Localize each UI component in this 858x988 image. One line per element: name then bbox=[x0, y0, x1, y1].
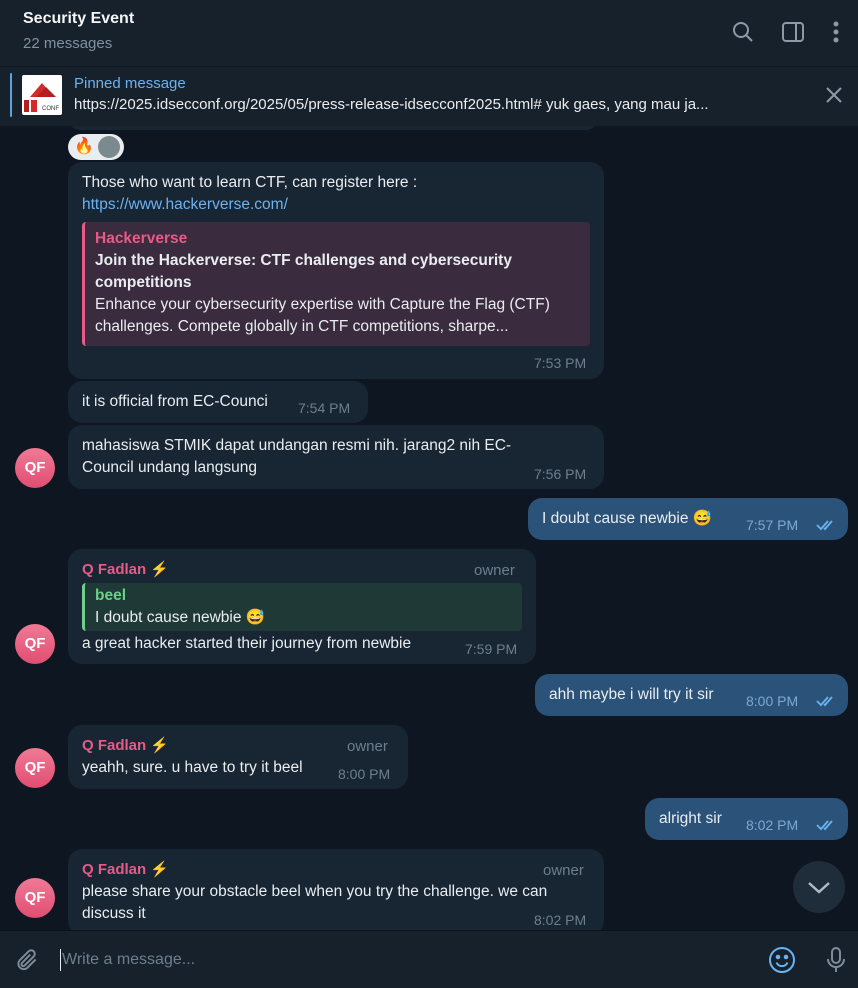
message-time: 8:02 PM bbox=[534, 912, 587, 928]
message-bubble[interactable]: Q Fadlan ⚡ owner beel I doubt cause newb… bbox=[68, 549, 536, 664]
previous-message-tail bbox=[68, 126, 598, 130]
chevron-down-icon bbox=[808, 882, 830, 894]
message-count: 22 messages bbox=[23, 35, 113, 52]
pinned-thumbnail: CONF bbox=[22, 75, 62, 115]
sender-role: owner bbox=[347, 738, 388, 755]
pinned-title: Pinned message bbox=[74, 75, 186, 92]
message-bubble[interactable]: alright sir 8:02 PM bbox=[645, 798, 848, 840]
avatar[interactable]: QF bbox=[15, 624, 55, 664]
close-pinned-icon[interactable] bbox=[824, 85, 844, 105]
more-options-icon[interactable] bbox=[826, 20, 846, 44]
message-text: yeahh, sure. u have to try it beel bbox=[82, 759, 303, 776]
message-reactions[interactable]: 🔥 bbox=[68, 134, 124, 160]
message-bubble[interactable]: Q Fadlan ⚡ owner please share your obsta… bbox=[68, 849, 604, 930]
read-receipt-icon bbox=[816, 693, 838, 707]
message-text: please share your obstacle beel when you… bbox=[82, 883, 548, 922]
scroll-to-bottom-button[interactable] bbox=[793, 861, 845, 913]
pinned-text: https://2025.idsecconf.org/2025/05/press… bbox=[74, 96, 709, 113]
read-receipt-icon bbox=[816, 817, 838, 831]
text-caret bbox=[60, 949, 61, 971]
pinned-message-bar[interactable]: CONF Pinned message https://2025.idsecco… bbox=[0, 66, 858, 126]
message-time: 7:56 PM bbox=[534, 466, 587, 482]
message-bubble[interactable]: it is official from EC-Counci 7:54 PM bbox=[68, 381, 368, 423]
message-text: alright sir bbox=[659, 810, 722, 827]
message-bubble[interactable]: Q Fadlan ⚡ owner yeahh, sure. u have to … bbox=[68, 725, 408, 789]
read-receipt-icon bbox=[816, 517, 838, 531]
chat-title[interactable]: Security Event bbox=[23, 10, 134, 28]
message-text: mahasiswa STMIK dapat undangan resmi nih… bbox=[82, 437, 512, 476]
message-bubble[interactable]: Those who want to learn CTF, can registe… bbox=[68, 162, 604, 379]
message-bubble[interactable]: I doubt cause newbie 😅 7:57 PM bbox=[528, 498, 848, 540]
search-icon[interactable] bbox=[731, 20, 755, 44]
chat-header: Security Event 22 messages bbox=[0, 0, 858, 66]
preview-description: Enhance your cybersecurity expertise wit… bbox=[95, 296, 550, 335]
message-text: ahh maybe i will try it sir bbox=[549, 686, 714, 703]
sidebar-toggle-icon[interactable] bbox=[781, 20, 805, 44]
preview-title: Join the Hackerverse: CTF challenges and… bbox=[95, 252, 512, 291]
reactor-avatar bbox=[98, 136, 120, 158]
message-text: a great hacker started their journey fro… bbox=[82, 635, 412, 652]
sender-role: owner bbox=[474, 562, 515, 579]
avatar[interactable]: QF bbox=[15, 448, 55, 488]
avatar[interactable]: QF bbox=[15, 748, 55, 788]
message-time: 7:59 PM bbox=[465, 641, 518, 657]
fire-reaction[interactable]: 🔥 bbox=[74, 136, 94, 156]
message-text: it is official from EC-Counci bbox=[82, 393, 268, 410]
message-list[interactable]: 🔥 Those who want to learn CTF, can regis… bbox=[0, 126, 858, 930]
message-composer bbox=[0, 930, 858, 988]
reply-quote[interactable]: beel I doubt cause newbie 😅 bbox=[82, 583, 522, 631]
emoji-icon[interactable] bbox=[768, 946, 796, 974]
microphone-icon[interactable] bbox=[824, 946, 848, 974]
reply-text: I doubt cause newbie 😅 bbox=[95, 609, 266, 626]
link-preview-card[interactable]: Hackerverse Join the Hackerverse: CTF ch… bbox=[82, 222, 590, 346]
pinned-indicator bbox=[10, 73, 12, 117]
sender-name[interactable]: Q Fadlan ⚡ bbox=[82, 859, 169, 881]
message-time: 8:02 PM bbox=[746, 817, 799, 833]
reply-sender: beel bbox=[95, 587, 127, 604]
message-input[interactable] bbox=[62, 945, 742, 975]
avatar[interactable]: QF bbox=[15, 878, 55, 918]
sender-role: owner bbox=[543, 862, 584, 879]
preview-site-name: Hackerverse bbox=[95, 230, 188, 247]
attach-icon[interactable] bbox=[14, 947, 40, 973]
message-text: I doubt cause newbie 😅 bbox=[542, 510, 713, 527]
message-time: 8:00 PM bbox=[338, 766, 391, 782]
sender-name[interactable]: Q Fadlan ⚡ bbox=[82, 559, 169, 581]
message-time: 7:57 PM bbox=[746, 517, 799, 533]
pinned-logo-text: CONF bbox=[42, 106, 59, 112]
message-time: 7:53 PM bbox=[534, 355, 587, 371]
sender-name[interactable]: Q Fadlan ⚡ bbox=[82, 735, 169, 757]
message-text: Those who want to learn CTF, can registe… bbox=[82, 174, 418, 191]
message-bubble[interactable]: ahh maybe i will try it sir 8:00 PM bbox=[535, 674, 848, 716]
message-bubble[interactable]: mahasiswa STMIK dapat undangan resmi nih… bbox=[68, 425, 604, 489]
message-link[interactable]: https://www.hackerverse.com/ bbox=[82, 194, 288, 216]
message-time: 7:54 PM bbox=[298, 400, 351, 416]
message-time: 8:00 PM bbox=[746, 693, 799, 709]
